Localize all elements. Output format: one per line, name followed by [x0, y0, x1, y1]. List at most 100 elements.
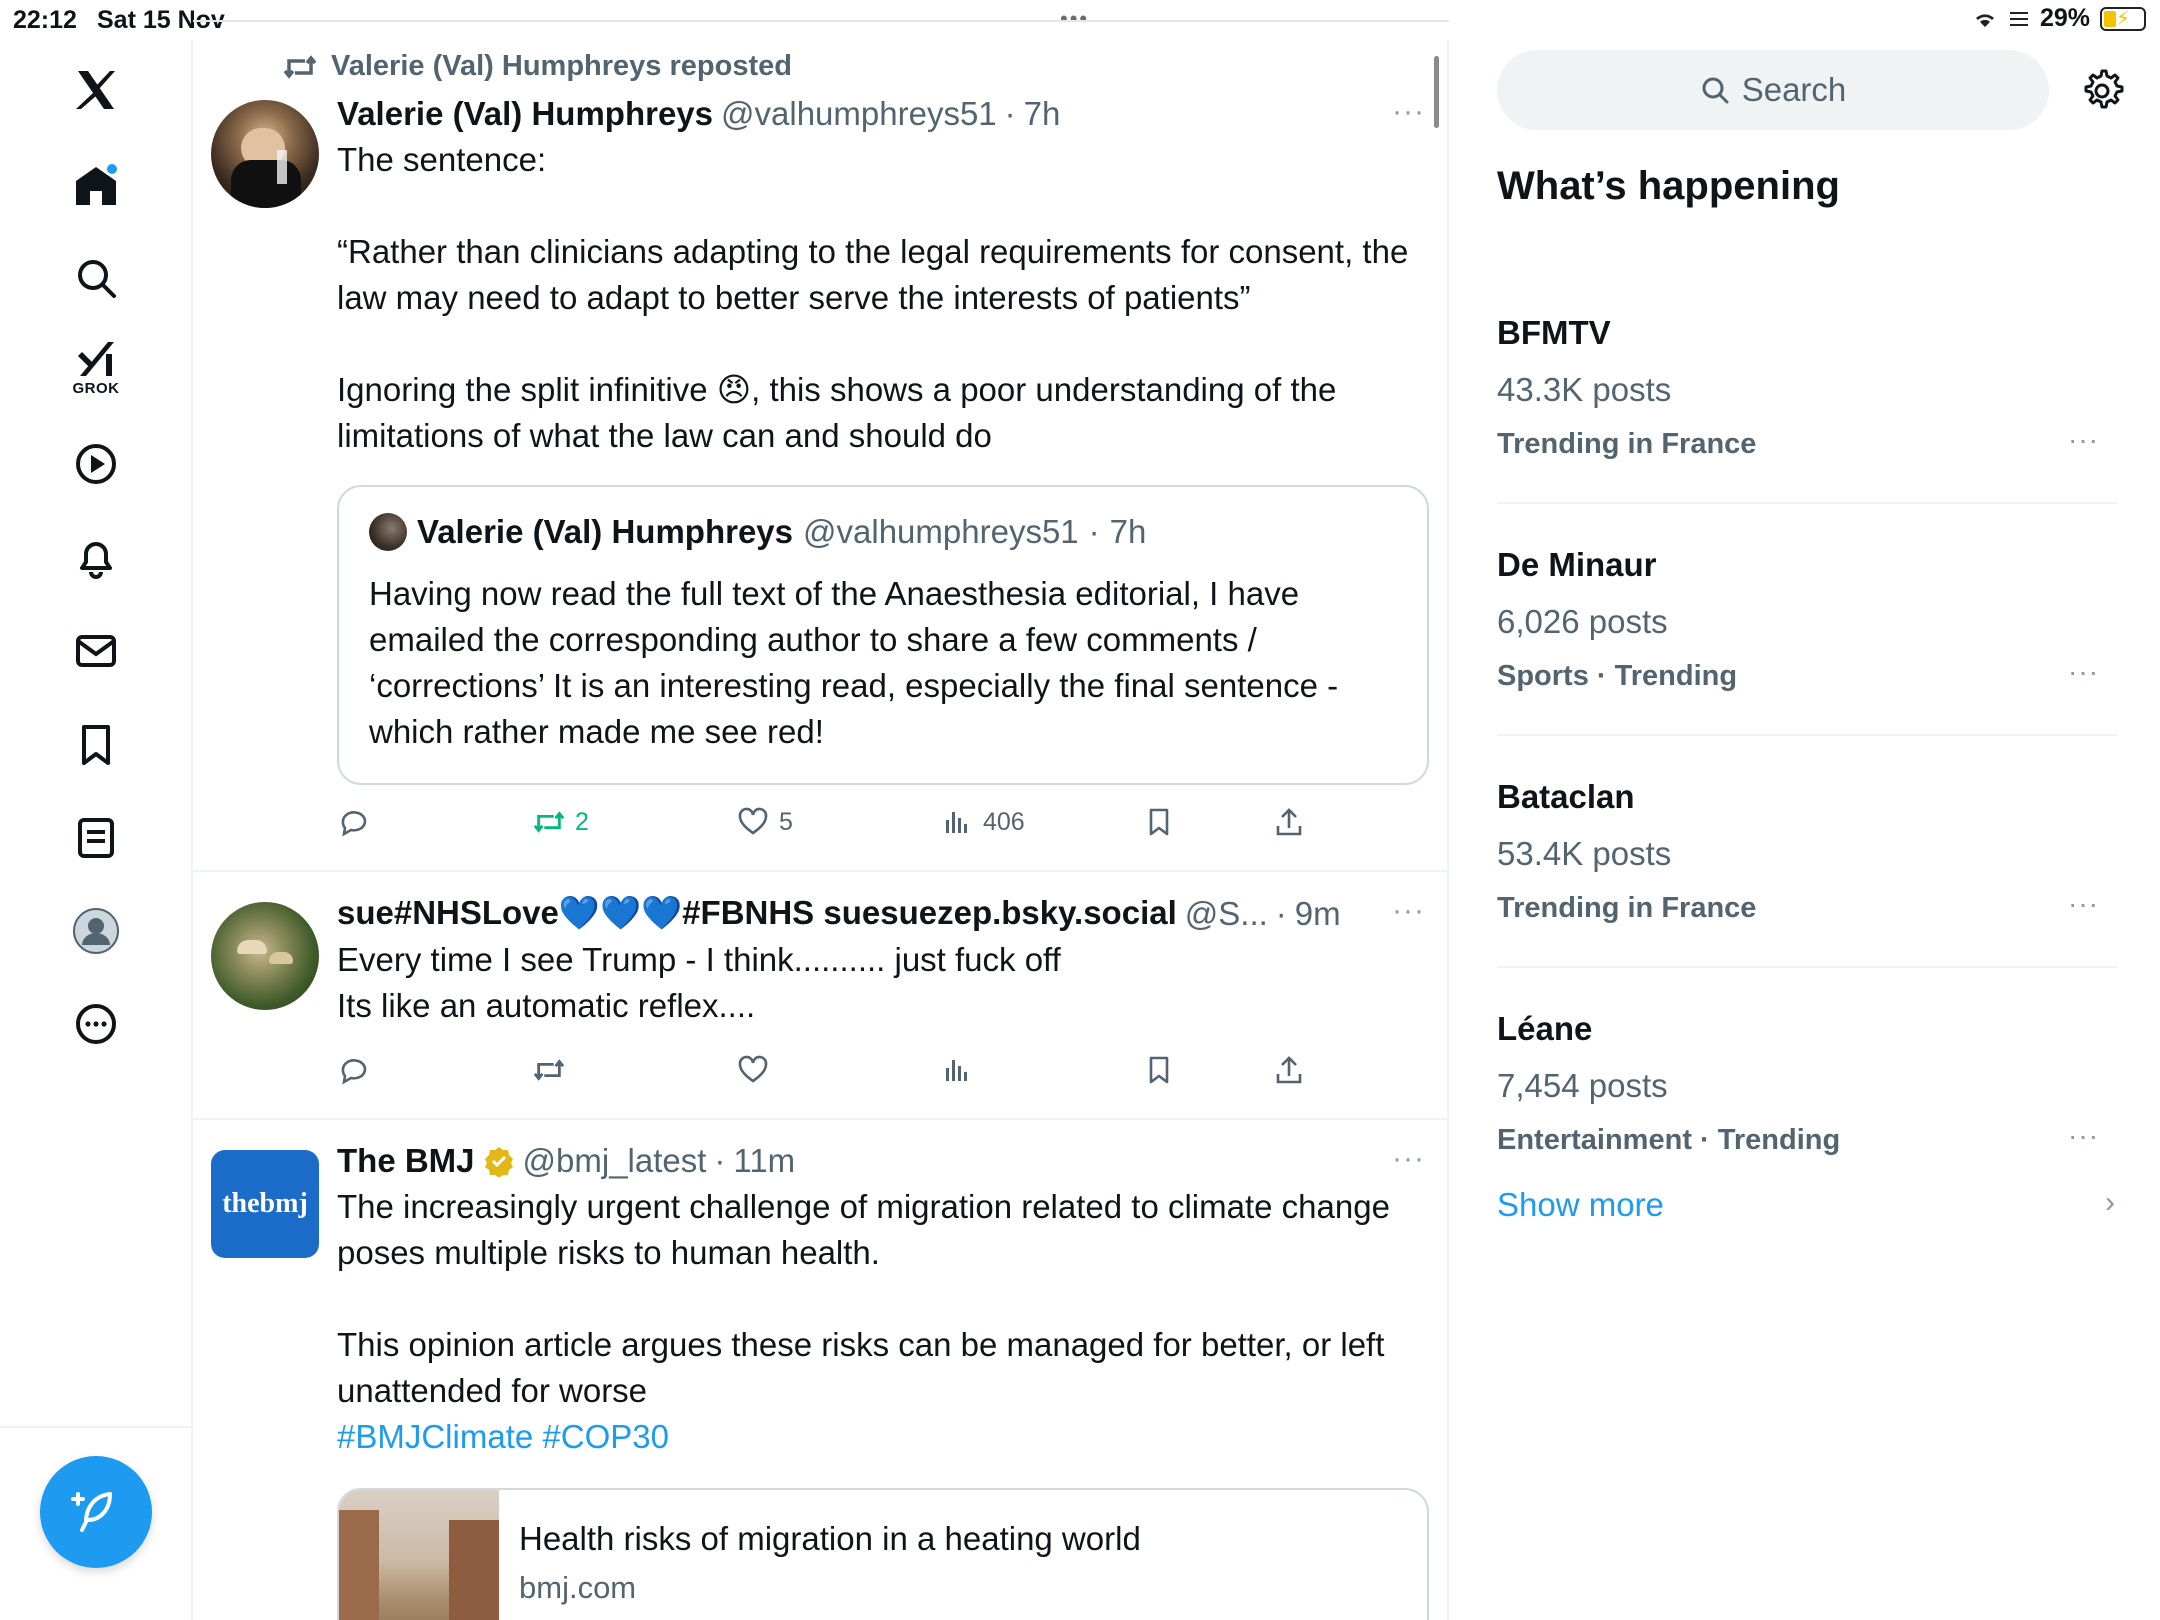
avatar[interactable]: thebmj	[211, 1150, 319, 1258]
author-handle[interactable]: @valhumphreys51	[721, 95, 997, 133]
avatar[interactable]	[211, 902, 319, 1010]
post[interactable]: thebmj The BMJ @bmj_latest · 11m ··· The…	[193, 1120, 1447, 1620]
bookmark-icon	[1149, 808, 1169, 836]
left-nav: GROK	[0, 40, 193, 1620]
trend-context: Trending in France	[1497, 892, 1757, 924]
quote-avatar	[369, 513, 407, 551]
trend-count: 43.3K posts	[1497, 371, 1672, 408]
search-icon[interactable]	[56, 238, 136, 318]
post[interactable]: Valerie (Val) Humphreys reposted Valerie…	[193, 40, 1447, 872]
show-more-link[interactable]: Show more	[1497, 1186, 1664, 1224]
post-time[interactable]: 7h	[1024, 95, 1061, 133]
search-icon	[1702, 77, 1729, 104]
post-text: Every time I see Trump - I think........…	[337, 941, 1061, 1024]
x-logo-icon[interactable]	[56, 50, 136, 130]
separator: ·	[1088, 513, 1100, 550]
views-count: 406	[983, 807, 1025, 836]
author-name[interactable]: The BMJ	[337, 1142, 475, 1180]
trend-item[interactable]: Bataclan 53.4K posts Trending in France …	[1497, 736, 2117, 968]
compose-post-button[interactable]	[40, 1456, 152, 1568]
post-time[interactable]: 9m	[1295, 895, 1341, 933]
author-handle[interactable]: @S...	[1185, 895, 1268, 933]
post-text: The increasingly urgent challenge of mig…	[337, 1188, 1390, 1409]
views-button[interactable]: 406	[941, 806, 1025, 838]
link-thumbnail	[339, 1490, 499, 1620]
trend-more-icon[interactable]: ···	[2068, 656, 2099, 688]
wifi-icon	[1975, 13, 1994, 27]
video-play-icon[interactable]	[56, 424, 136, 504]
author-name[interactable]: sue#NHSLove💙💙💙#FBNHS suesuezep.bsky.soci…	[337, 894, 1177, 933]
author-name[interactable]: Valerie (Val) Humphreys	[337, 95, 713, 133]
post-more-icon[interactable]: ···	[1392, 95, 1425, 129]
views-button[interactable]	[941, 1054, 973, 1086]
chevron-right-icon[interactable]: ›	[2105, 1186, 2115, 1220]
nav-divider	[0, 1426, 193, 1428]
trend-count: 6,026 posts	[1497, 603, 1668, 640]
lists-icon[interactable]	[56, 798, 136, 878]
like-count: 5	[779, 807, 793, 836]
post-actions	[337, 1054, 1337, 1094]
trend-context: Trending in France	[1497, 428, 1757, 460]
avatar[interactable]	[211, 100, 319, 208]
more-options-icon[interactable]	[56, 984, 136, 1064]
home-icon[interactable]	[56, 145, 136, 225]
post[interactable]: sue#NHSLove💙💙💙#FBNHS suesuezep.bsky.soci…	[193, 872, 1447, 1120]
whats-happening-title: What’s happening	[1497, 164, 1840, 208]
multitask-dots[interactable]: •••	[1060, 6, 1089, 32]
bookmarks-icon[interactable]	[56, 705, 136, 785]
link-title: Health risks of migration in a heating w…	[519, 1520, 1141, 1557]
share-button[interactable]	[1273, 806, 1305, 838]
trend-item[interactable]: De Minaur 6,026 posts Sports · Trending …	[1497, 504, 2117, 736]
post-hashtags[interactable]: #BMJClimate #COP30	[337, 1414, 1429, 1460]
post-more-icon[interactable]: ···	[1392, 894, 1425, 928]
like-button[interactable]	[737, 1054, 769, 1086]
post-more-icon[interactable]: ···	[1392, 1142, 1425, 1176]
trend-more-icon[interactable]: ···	[2068, 888, 2099, 920]
bookmark-icon	[1149, 1056, 1169, 1084]
trend-name: De Minaur	[1497, 546, 1657, 583]
trend-item[interactable]: BFMTV 43.3K posts Trending in France ···	[1497, 272, 2117, 504]
trend-context: Sports · Trending	[1497, 660, 1738, 692]
bmj-logo-text: thebmj	[222, 1188, 308, 1219]
quoted-post[interactable]: Valerie (Val) Humphreys @valhumphreys51 …	[337, 485, 1429, 785]
share-button[interactable]	[1273, 1054, 1305, 1086]
messages-envelope-icon[interactable]	[56, 611, 136, 691]
share-icon	[1276, 1056, 1302, 1084]
like-button[interactable]: 5	[737, 806, 793, 838]
views-chart-icon	[946, 1060, 967, 1081]
share-icon	[1276, 808, 1302, 836]
trend-more-icon[interactable]: ···	[2068, 1120, 2099, 1152]
reply-icon	[341, 1059, 367, 1085]
heart-icon	[738, 1055, 768, 1083]
search-input[interactable]: Search	[1497, 50, 2049, 130]
reply-button[interactable]	[337, 806, 369, 838]
right-sidebar: Search What’s happening BFMTV 43.3K post…	[1449, 40, 2160, 1620]
bookmark-button[interactable]	[1143, 1054, 1175, 1086]
repost-button[interactable]: 2	[533, 806, 589, 838]
profile-avatar-icon[interactable]	[56, 891, 136, 971]
settings-gear-icon[interactable]	[2079, 68, 2125, 114]
quote-time: 7h	[1109, 513, 1147, 550]
repost-count: 2	[575, 807, 589, 836]
grok-icon[interactable]: GROK	[56, 320, 136, 420]
search-placeholder: Search	[1741, 71, 1847, 108]
author-handle[interactable]: @bmj_latest	[523, 1142, 707, 1180]
repost-button[interactable]	[533, 1054, 565, 1086]
reply-button[interactable]	[337, 1054, 369, 1086]
post-time[interactable]: 11m	[733, 1142, 795, 1180]
notifications-bell-icon[interactable]	[56, 518, 136, 598]
views-chart-icon	[946, 812, 967, 833]
status-time: 22:12	[13, 6, 77, 34]
bookmark-button[interactable]	[1143, 806, 1175, 838]
trend-item[interactable]: Léane 7,454 posts Entertainment · Trendi…	[1497, 968, 2117, 1200]
verified-badge-icon	[484, 1147, 513, 1177]
link-preview-card[interactable]: Health risks of migration in a heating w…	[337, 1488, 1429, 1620]
top-divider	[193, 20, 1449, 22]
repost-icon	[533, 811, 565, 833]
trend-more-icon[interactable]: ···	[2068, 424, 2099, 456]
trend-context: Entertainment · Trending	[1497, 1124, 1841, 1156]
separator: ·	[1275, 894, 1287, 932]
post-header: sue#NHSLove💙💙💙#FBNHS suesuezep.bsky.soci…	[337, 894, 1429, 933]
repost-icon	[533, 1059, 565, 1081]
trend-count: 7,454 posts	[1497, 1067, 1668, 1104]
